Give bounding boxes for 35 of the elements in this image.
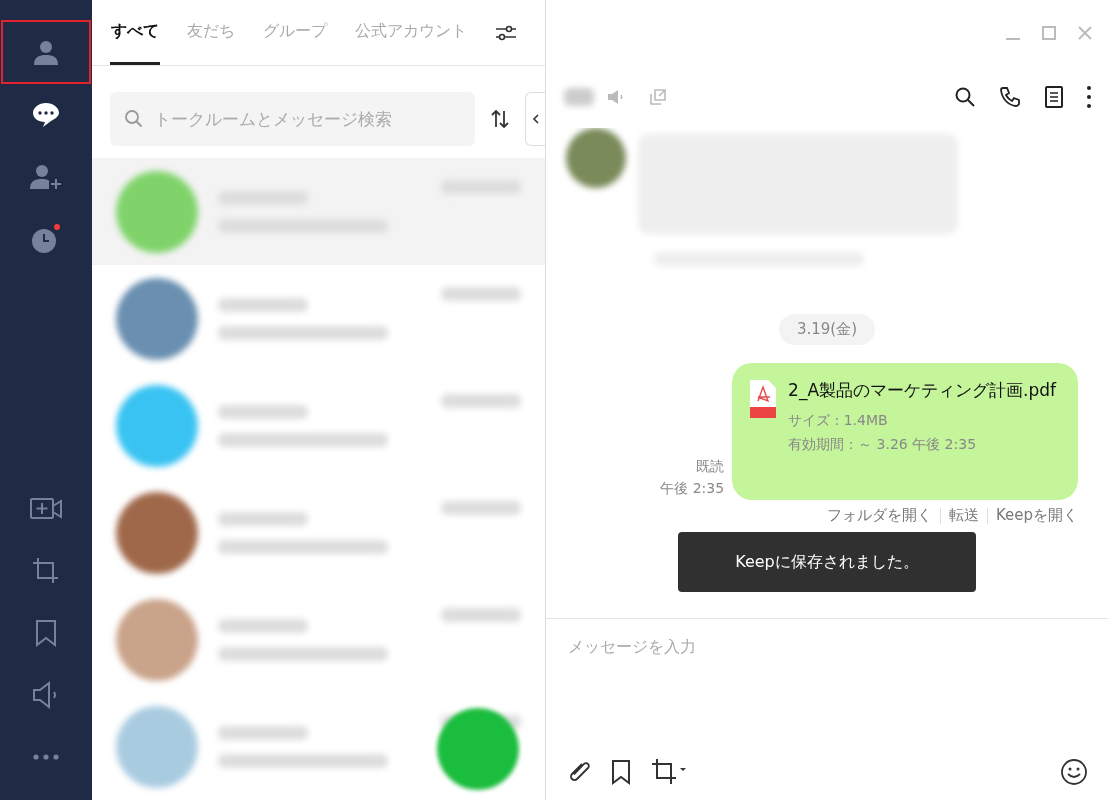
search-field[interactable]: トークルームとメッセージ検索 [110,92,475,146]
pdf-file-icon [748,379,779,419]
chat-bubble-icon [31,100,61,130]
sort-icon[interactable] [489,108,511,130]
collapse-button[interactable] [525,92,545,146]
message-time: 午後 2:35 [660,480,725,498]
tab[interactable]: 公式アカウント [354,0,468,65]
chevron-left-icon [531,113,540,125]
message-action-link[interactable]: Keepを開く [995,506,1078,525]
search-icon[interactable] [954,86,976,108]
tab[interactable]: グループ [262,0,328,65]
blurred-chat-title [564,88,594,106]
file-name: 2_A製品のマーケティング計画.pdf [788,379,1056,402]
compose-button[interactable] [437,708,519,790]
message-action-link[interactable]: 転送 [948,506,979,525]
read-status: 既読 [696,458,725,476]
crop-icon[interactable] [650,758,686,786]
more-icon[interactable] [1086,85,1092,109]
file-message-bubble[interactable]: 2_A製品のマーケティング計画.pdf サイズ : 1.4MB 有効期間：～ 3.26 午後 2:35 [732,363,1078,500]
add-person-icon [29,162,63,192]
notes-icon[interactable] [1044,85,1064,109]
tab[interactable]: すべて [110,0,160,65]
file-size: サイズ : 1.4MB [788,412,889,430]
video-add-icon[interactable] [29,496,63,522]
blurred-avatar [566,128,626,188]
bookmark-icon[interactable] [610,759,632,785]
emoji-icon[interactable] [1060,758,1088,786]
clock-icon [32,229,56,253]
date-label: 3.19(金) [778,314,876,345]
message-action-link[interactable]: フォルダを開く [826,506,932,525]
tab[interactable]: 友だち [186,0,236,65]
phone-icon[interactable] [998,85,1022,109]
file-expiry: 有効期間：～ 3.26 午後 2:35 [788,436,978,454]
filter-icon[interactable] [494,23,518,42]
toast-notification: Keepに保存されました。 [678,532,976,592]
